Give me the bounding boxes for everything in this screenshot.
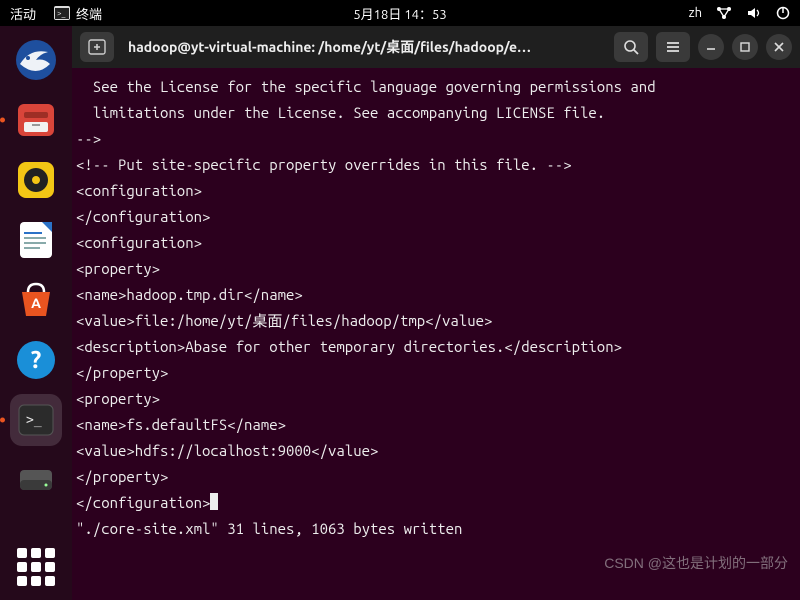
titlebar: hadoop@yt-virtual-machine: /home/yt/桌面/f…	[72, 26, 800, 68]
help-icon[interactable]: ?	[10, 334, 62, 386]
search-button[interactable]	[614, 32, 648, 62]
terminal-window: hadoop@yt-virtual-machine: /home/yt/桌面/f…	[72, 26, 800, 600]
close-button[interactable]	[766, 34, 792, 60]
terminal-icon[interactable]: >_	[10, 394, 62, 446]
svg-text:A: A	[31, 295, 41, 311]
terminal-line: <value>hdfs://localhost:9000</value>	[76, 438, 796, 464]
svg-text:>_: >_	[57, 9, 66, 18]
terminal-small-icon: >_	[54, 6, 70, 20]
drive-icon[interactable]	[10, 454, 62, 506]
terminal-line: </configuration>	[76, 204, 796, 230]
current-app[interactable]: >_ 终端	[54, 4, 102, 23]
clock[interactable]: 5月18日 14：53	[353, 4, 446, 23]
window-title: hadoop@yt-virtual-machine: /home/yt/桌面/f…	[122, 37, 606, 57]
top-panel: 活动 >_ 终端 5月18日 14：53 zh	[0, 0, 800, 26]
menu-button[interactable]	[656, 32, 690, 62]
software-center-icon[interactable]: A	[10, 274, 62, 326]
current-app-label: 终端	[76, 4, 102, 23]
terminal-line: <property>	[76, 256, 796, 282]
terminal-line: <property>	[76, 386, 796, 412]
terminal-line: <description>Abase for other temporary d…	[76, 334, 796, 360]
minimize-button[interactable]	[698, 34, 724, 60]
terminal-cursor-line: </configuration>	[76, 490, 796, 516]
activities-button[interactable]: 活动	[10, 4, 36, 23]
show-applications-icon[interactable]	[17, 548, 55, 586]
input-method-indicator[interactable]: zh	[689, 6, 702, 20]
maximize-button[interactable]	[732, 34, 758, 60]
terminal-line: <name>fs.defaultFS</name>	[76, 412, 796, 438]
terminal-line: <name>hadoop.tmp.dir</name>	[76, 282, 796, 308]
power-icon[interactable]	[776, 6, 790, 20]
terminal-line: <configuration>	[76, 230, 796, 256]
desktop: A ? >_ hadoop@yt-virtual-machine: /home/…	[0, 26, 800, 600]
cursor	[210, 493, 218, 510]
terminal-line: <!-- Put site-specific property override…	[76, 152, 796, 178]
svg-text:>_: >_	[26, 413, 42, 428]
terminal-line: -->	[76, 126, 796, 152]
svg-text:?: ?	[31, 346, 42, 373]
terminal-content[interactable]: See the License for the specific languag…	[72, 68, 800, 600]
watermark: CSDN @这也是计划的一部分	[604, 550, 788, 576]
terminal-line: limitations under the License. See accom…	[76, 100, 796, 126]
network-icon[interactable]	[716, 6, 732, 20]
libreoffice-writer-icon[interactable]	[10, 214, 62, 266]
files-icon[interactable]	[10, 94, 62, 146]
volume-icon[interactable]	[746, 6, 762, 20]
terminal-line: </property>	[76, 360, 796, 386]
terminal-line: See the License for the specific languag…	[76, 74, 796, 100]
terminal-line: <value>file:/home/yt/桌面/files/hadoop/tmp…	[76, 308, 796, 334]
terminal-line: <configuration>	[76, 178, 796, 204]
thunderbird-icon[interactable]	[10, 34, 62, 86]
new-tab-button[interactable]	[80, 32, 114, 62]
vim-status-line: "./core-site.xml" 31 lines, 1063 bytes w…	[76, 516, 796, 542]
terminal-line: </property>	[76, 464, 796, 490]
rhythmbox-icon[interactable]	[10, 154, 62, 206]
dock: A ? >_	[0, 26, 72, 600]
